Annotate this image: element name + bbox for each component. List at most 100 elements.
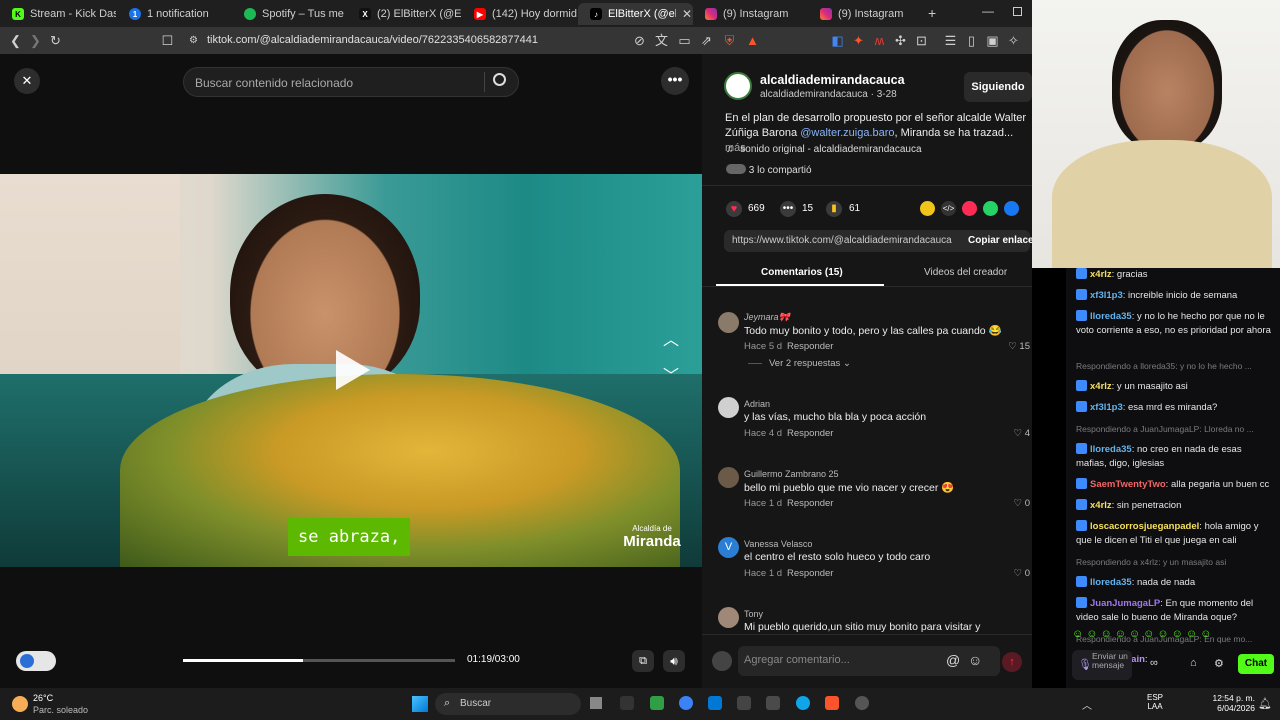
- sound-row[interactable]: ♫ sonido original - alcaldiademirandacau…: [726, 144, 922, 155]
- app-icon[interactable]: [650, 696, 664, 710]
- reload-icon[interactable]: ↻: [48, 33, 63, 48]
- volume-icon[interactable]: 🔊︎: [663, 650, 685, 672]
- windows-start-icon[interactable]: [412, 696, 428, 712]
- heart-icon[interactable]: ♥: [726, 201, 742, 217]
- close-icon[interactable]: ✕: [14, 68, 40, 94]
- chevron-up-icon[interactable]: ︿: [1082, 697, 1092, 712]
- video-frame[interactable]: se abraza, Alcaldía de Miranda: [0, 174, 702, 567]
- close-tab-icon[interactable]: ✕: [682, 7, 692, 21]
- brave-shield-icon[interactable]: ⛨: [722, 33, 737, 48]
- terminal-icon[interactable]: [737, 696, 751, 710]
- comment-icon[interactable]: •••: [780, 201, 796, 217]
- avatar[interactable]: [718, 312, 739, 333]
- reply-button[interactable]: Responder: [787, 428, 833, 439]
- site-settings-icon[interactable]: ⚙: [186, 33, 201, 48]
- reply-button[interactable]: Responder: [787, 568, 833, 579]
- mention-icon[interactable]: @: [946, 652, 960, 668]
- brave-rewards-icon[interactable]: ▲: [745, 33, 760, 48]
- tab-x[interactable]: X (2) ElBitterX (@ElBi: [347, 3, 462, 25]
- copy-link-button[interactable]: Copiar enlace: [968, 235, 1034, 246]
- comment-author[interactable]: Jeymara🎀: [744, 312, 790, 323]
- progress-track[interactable]: [183, 659, 455, 662]
- minimize-icon[interactable]: —: [982, 4, 994, 18]
- facebook-icon[interactable]: [1004, 201, 1019, 216]
- chat-username[interactable]: xf3l1p3: [1090, 290, 1123, 301]
- tab-creator-videos[interactable]: Videos del creador: [924, 267, 1007, 278]
- edge-icon[interactable]: [796, 696, 810, 710]
- search-bar[interactable]: Buscar contenido relacionado: [183, 67, 519, 97]
- search-input[interactable]: Buscar contenido relacionado: [195, 76, 353, 90]
- tab-notification[interactable]: 1 1 notification: [117, 3, 232, 25]
- more-options-icon[interactable]: •••: [661, 67, 689, 95]
- comment-likes[interactable]: ♡ 0: [1014, 568, 1030, 579]
- obs-icon[interactable]: [855, 696, 869, 710]
- tab-youtube[interactable]: ▶ (142) Hoy dormidos co: [462, 3, 577, 25]
- view-replies-button[interactable]: Ver 2 respuestas ⌄: [769, 358, 851, 369]
- reply-button[interactable]: Responder: [787, 341, 833, 352]
- mic-icon[interactable]: 🎙︎: [1078, 658, 1092, 671]
- comment-author[interactable]: Vanessa Velasco: [744, 539, 812, 549]
- chat-username[interactable]: lloreda35: [1090, 311, 1132, 322]
- puzzle-icon[interactable]: ✣: [893, 33, 908, 48]
- tab-instagram-2[interactable]: (9) Instagram: [808, 3, 923, 25]
- avatar[interactable]: [718, 467, 739, 488]
- chat-send-button[interactable]: Chat: [1238, 654, 1274, 674]
- taskbar-search[interactable]: ⌕ Buscar: [435, 693, 581, 715]
- store-icon[interactable]: ⌂: [1190, 657, 1197, 669]
- whatsapp-icon[interactable]: [983, 201, 998, 216]
- avatar[interactable]: V: [718, 537, 739, 558]
- chat-username[interactable]: xf3l1p3: [1090, 402, 1123, 413]
- new-tab-icon[interactable]: +: [928, 5, 936, 21]
- menu-icon[interactable]: ☰: [943, 33, 958, 48]
- store-icon[interactable]: [708, 696, 722, 710]
- tab-kick[interactable]: K Stream - Kick Dashboard: [0, 3, 116, 25]
- search-icon[interactable]: [493, 73, 506, 86]
- app-icon[interactable]: [620, 696, 634, 710]
- emoji-icon[interactable]: ☺: [968, 652, 982, 668]
- comment-likes[interactable]: ♡ 0: [1014, 498, 1030, 509]
- comment-author[interactable]: Guillermo Zambrano 25: [744, 469, 839, 479]
- brave-icon[interactable]: [825, 696, 839, 710]
- back-icon[interactable]: ❮: [8, 33, 23, 48]
- avatar[interactable]: [718, 607, 739, 628]
- copilot-icon[interactable]: [679, 696, 693, 710]
- comment-input[interactable]: Agregar comentario... @ ☺: [738, 646, 1000, 676]
- app-icon[interactable]: [766, 696, 780, 710]
- comment-author[interactable]: Tony: [744, 609, 763, 619]
- wallet-icon[interactable]: ▣: [985, 33, 1000, 48]
- chat-username[interactable]: x4rlz: [1090, 269, 1112, 280]
- reply-button[interactable]: Responder: [787, 498, 833, 509]
- tab-comments[interactable]: Comentarios (15): [761, 267, 843, 278]
- weather-icon[interactable]: [12, 696, 28, 712]
- url-field[interactable]: tiktok.com/@alcaldiademirandacauca/video…: [207, 34, 538, 46]
- chat-username[interactable]: SaemTwentyTwo: [1090, 479, 1166, 490]
- chat-username[interactable]: x4rlz: [1090, 500, 1112, 511]
- chevron-up-icon[interactable]: ︿: [663, 326, 679, 350]
- play-icon[interactable]: [336, 350, 370, 390]
- coin-icon[interactable]: [920, 201, 935, 216]
- comment-likes[interactable]: ♡ 4: [1014, 428, 1030, 439]
- clock[interactable]: 12:54 p. m. 6/04/2026: [1211, 693, 1255, 713]
- extension-icon[interactable]: ◧: [830, 33, 845, 48]
- extension-icon[interactable]: ✦: [851, 33, 866, 48]
- emote-bar[interactable]: ☺☺☺☺☺☺☺☺☺☺: [1072, 628, 1276, 644]
- chat-username[interactable]: JuanJumagaLP: [1090, 598, 1160, 609]
- mention-link[interactable]: @walter.zuiga.baro: [800, 127, 894, 139]
- autoscroll-toggle[interactable]: [16, 651, 56, 671]
- comment-author[interactable]: Adrian: [744, 399, 770, 409]
- post-link[interactable]: https://www.tiktok.com/@alcaldiademirand…: [732, 235, 952, 246]
- chat-input[interactable]: 🎙︎ Enviar un mensaje: [1072, 650, 1132, 680]
- send-comment-icon[interactable]: ↑: [1002, 652, 1022, 672]
- avatar[interactable]: [718, 397, 739, 418]
- share-icon[interactable]: ⇗: [699, 33, 714, 48]
- infinity-icon[interactable]: ∞: [1150, 657, 1158, 669]
- comment-likes[interactable]: ♡ 15: [1008, 341, 1030, 352]
- screenshot-icon[interactable]: ⊡: [914, 33, 929, 48]
- extension-icon[interactable]: ʍ: [872, 33, 887, 48]
- bookmark-icon[interactable]: ▮: [826, 201, 842, 217]
- author-username[interactable]: alcaldiademirandacauca: [760, 73, 905, 87]
- chat-username[interactable]: lloreda35: [1090, 577, 1132, 588]
- chat-username[interactable]: lloreda35: [1090, 444, 1132, 455]
- tab-instagram[interactable]: (9) Instagram: [693, 3, 808, 25]
- forward-icon[interactable]: ❯: [28, 33, 43, 48]
